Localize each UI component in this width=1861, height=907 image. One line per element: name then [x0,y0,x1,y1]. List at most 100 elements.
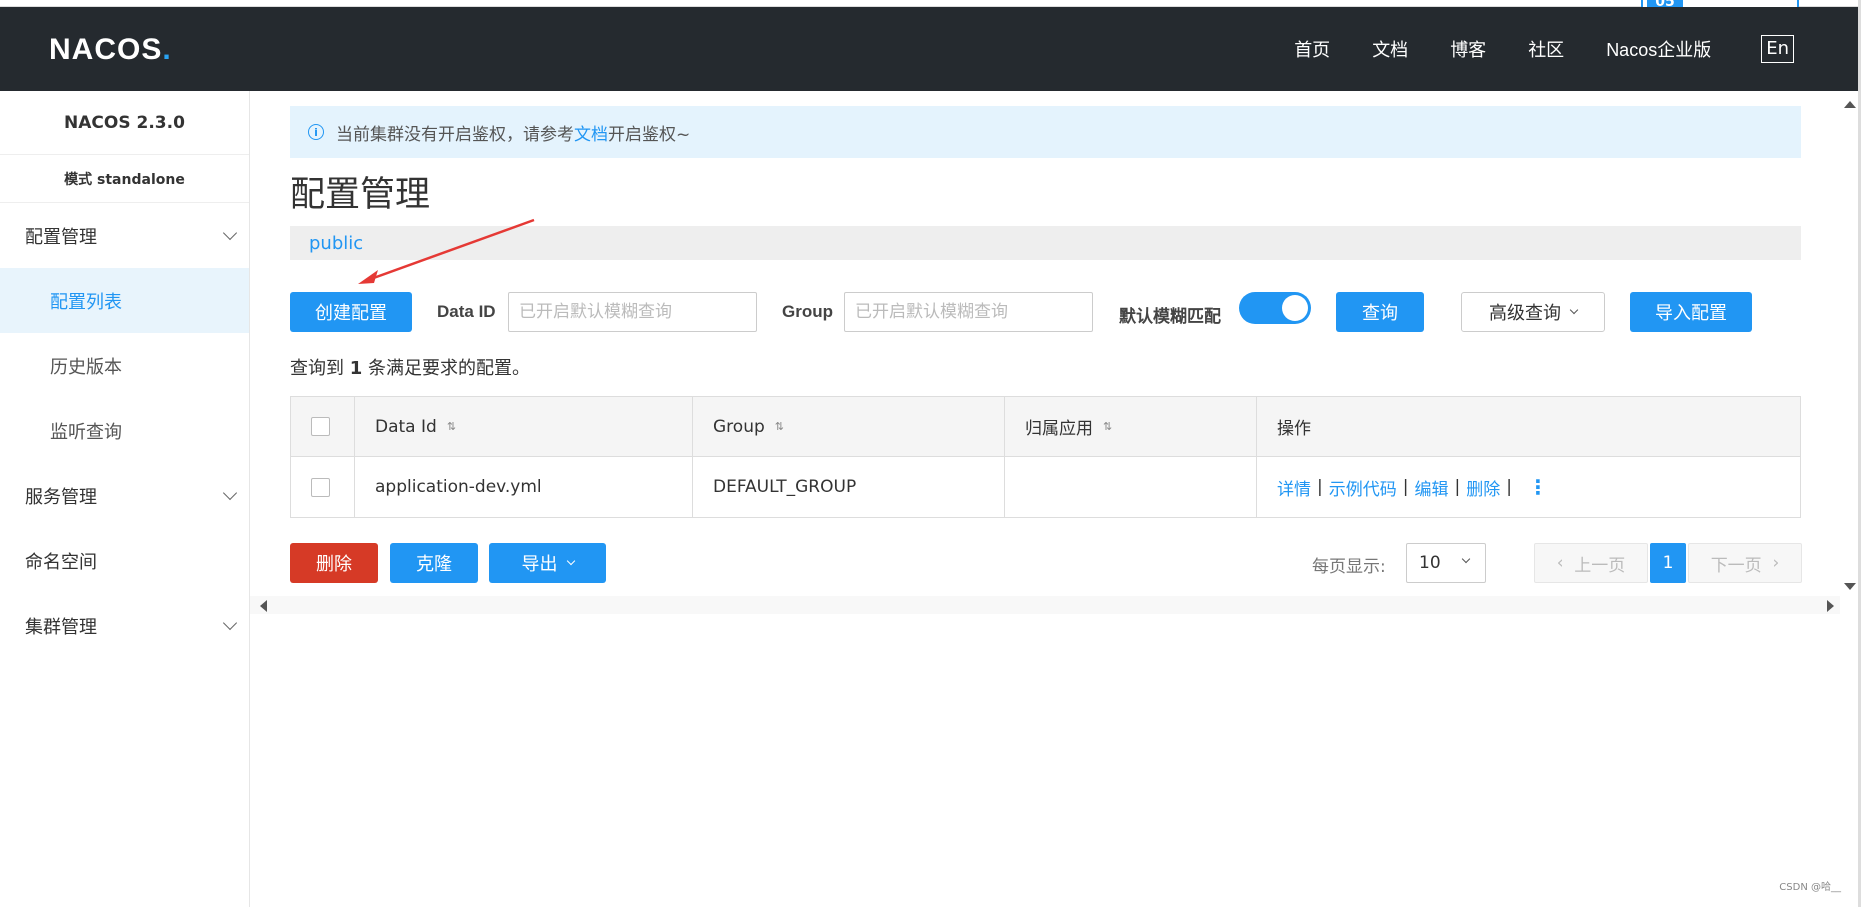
top-header: NACOS. 首页 文档 博客 社区 Nacos企业版 En [0,7,1858,91]
op-detail-link[interactable]: 详情 [1277,475,1311,500]
header-dataid[interactable]: Data Id ⇅ [355,397,693,456]
page-size-value: 10 [1419,553,1441,573]
op-separator: | [1402,477,1409,497]
prev-page-label: 上一页 [1574,555,1626,576]
export-button[interactable]: 导出 [489,543,606,583]
chevron-down-icon [1569,305,1579,315]
toggle-knob [1282,295,1308,321]
nacos-logo[interactable]: NACOS. [49,33,172,67]
vertical-scrollbar[interactable] [1840,91,1858,596]
row-ops: 详情 | 示例代码 | 编辑 | 删除 | ⋮ [1257,457,1800,517]
chevron-down-icon [222,225,238,240]
more-icon[interactable]: ⋮ [1528,475,1548,499]
fuzzy-label: 默认模糊匹配 [1119,307,1221,326]
config-table: Data Id ⇅ Group ⇅ 归属应用 ⇅ 操作 application-dev… [290,396,1801,518]
chevron-down-icon [222,615,238,630]
row-select-cell [291,457,355,517]
create-config-button[interactable]: 创建配置 [290,292,412,332]
chevron-down-icon [222,485,238,500]
sidebar: NACOS 2.3.0 模式 standalone 配置管理 配置列表 历史版本… [0,91,250,907]
nav-docs[interactable]: 文档 [1372,36,1408,62]
nav-home[interactable]: 首页 [1294,36,1330,62]
sidebar-item-cluster-management[interactable]: 集群管理 [0,593,249,658]
header-dataid-label: Data Id [375,416,437,437]
header-app-label: 归属应用 [1025,419,1093,439]
result-prefix: 查询到 [290,358,344,379]
notice-suffix: 开启鉴权~ [608,124,691,145]
advanced-query-button[interactable]: 高级查询 [1461,292,1605,332]
op-separator: | [1317,477,1323,497]
chevron-down-icon [566,556,575,566]
version-label: NACOS 2.3.0 [0,91,249,155]
auth-notice: i 当前集群没有开启鉴权，请参考 文档 开启鉴权~ [290,106,1801,158]
select-all-checkbox[interactable] [311,417,330,436]
next-page-label: 下一页 [1710,555,1762,576]
nav-blog[interactable]: 博客 [1450,36,1486,62]
clone-button[interactable]: 克隆 [390,543,478,583]
sidebar-item-label: 服务管理 [25,486,97,508]
nav-community[interactable]: 社区 [1528,36,1564,62]
sidebar-item-namespace[interactable]: 命名空间 [0,528,249,593]
dataid-input[interactable] [508,292,757,332]
row-app [1005,457,1257,517]
watermark: CSDN @哈__ [1779,882,1841,893]
page-title: 配置管理 [290,175,431,215]
next-page-button[interactable]: 下一页 › [1688,543,1802,583]
nav-enterprise[interactable]: Nacos企业版 [1606,36,1711,62]
scroll-down-icon[interactable] [1844,583,1856,590]
sidebar-item-history[interactable]: 历史版本 [0,333,249,398]
op-edit-link[interactable]: 编辑 [1414,475,1448,500]
chevron-right-icon: › [1761,553,1780,573]
scroll-left-icon[interactable] [260,600,267,612]
chevron-down-icon [1461,554,1471,564]
page-number-current[interactable]: 1 [1650,543,1686,583]
row-dataid: application-dev.yml [355,457,693,517]
mode-label: 模式 standalone [0,155,249,203]
sidebar-item-config-list[interactable]: 配置列表 [0,268,249,333]
table-header: Data Id ⇅ Group ⇅ 归属应用 ⇅ 操作 [291,397,1800,457]
row-checkbox[interactable] [311,477,330,497]
result-count: 1 [349,358,363,379]
bottom-bar: 删除 克隆 导出 每页显示: 10 ‹ 上一页 1 下一页 › [290,543,1802,583]
import-config-button[interactable]: 导入配置 [1630,292,1752,332]
notice-doc-link[interactable]: 文档 [574,120,608,145]
sidebar-item-label: 命名空间 [25,551,97,573]
scroll-right-icon[interactable] [1827,600,1834,612]
sidebar-item-config-management[interactable]: 配置管理 [0,203,249,268]
header-group-label: Group [713,416,765,437]
op-separator: | [1506,477,1512,497]
sort-icon[interactable]: ⇅ [1103,420,1112,433]
filter-bar: 创建配置 Data ID Group 默认模糊匹配 查询 高级查询 导入配置 [290,292,1801,332]
prev-page-button[interactable]: ‹ 上一页 [1534,543,1648,583]
dataid-label: Data ID [437,302,496,321]
group-input[interactable] [844,292,1093,332]
op-delete-link[interactable]: 删除 [1466,475,1500,500]
result-suffix: 条满足要求的配置。 [368,358,530,379]
batch-delete-button[interactable]: 删除 [290,543,378,583]
annotation-arrow-icon [358,218,535,284]
language-switch[interactable]: En [1761,35,1794,63]
fuzzy-toggle[interactable] [1239,292,1311,324]
top-nav: 首页 文档 博客 社区 Nacos企业版 En [1252,35,1794,63]
header-app[interactable]: 归属应用 ⇅ [1005,397,1257,456]
sort-icon[interactable]: ⇅ [775,420,784,433]
page-size-select[interactable]: 10 [1406,543,1486,583]
notice-prefix: 当前集群没有开启鉴权，请参考 [336,124,574,145]
advanced-query-label: 高级查询 [1489,303,1561,324]
top-strip [0,0,1861,7]
horizontal-scrollbar[interactable] [250,596,1840,614]
sidebar-item-label: 集群管理 [25,616,97,638]
select-all-cell [291,397,355,456]
query-button[interactable]: 查询 [1336,292,1424,332]
row-group: DEFAULT_GROUP [693,457,1005,517]
sidebar-item-service-management[interactable]: 服务管理 [0,463,249,528]
scroll-up-icon[interactable] [1844,101,1856,108]
table-row: application-dev.yml DEFAULT_GROUP 详情 | 示… [291,457,1800,517]
page-size-label: 每页显示: [1312,557,1386,577]
header-group[interactable]: Group ⇅ [693,397,1005,456]
export-label: 导出 [521,554,558,575]
sidebar-item-listener-query[interactable]: 监听查询 [0,398,249,463]
sidebar-item-label: 配置管理 [25,226,97,248]
sort-icon[interactable]: ⇅ [447,420,456,433]
op-sample-code-link[interactable]: 示例代码 [1329,475,1397,500]
